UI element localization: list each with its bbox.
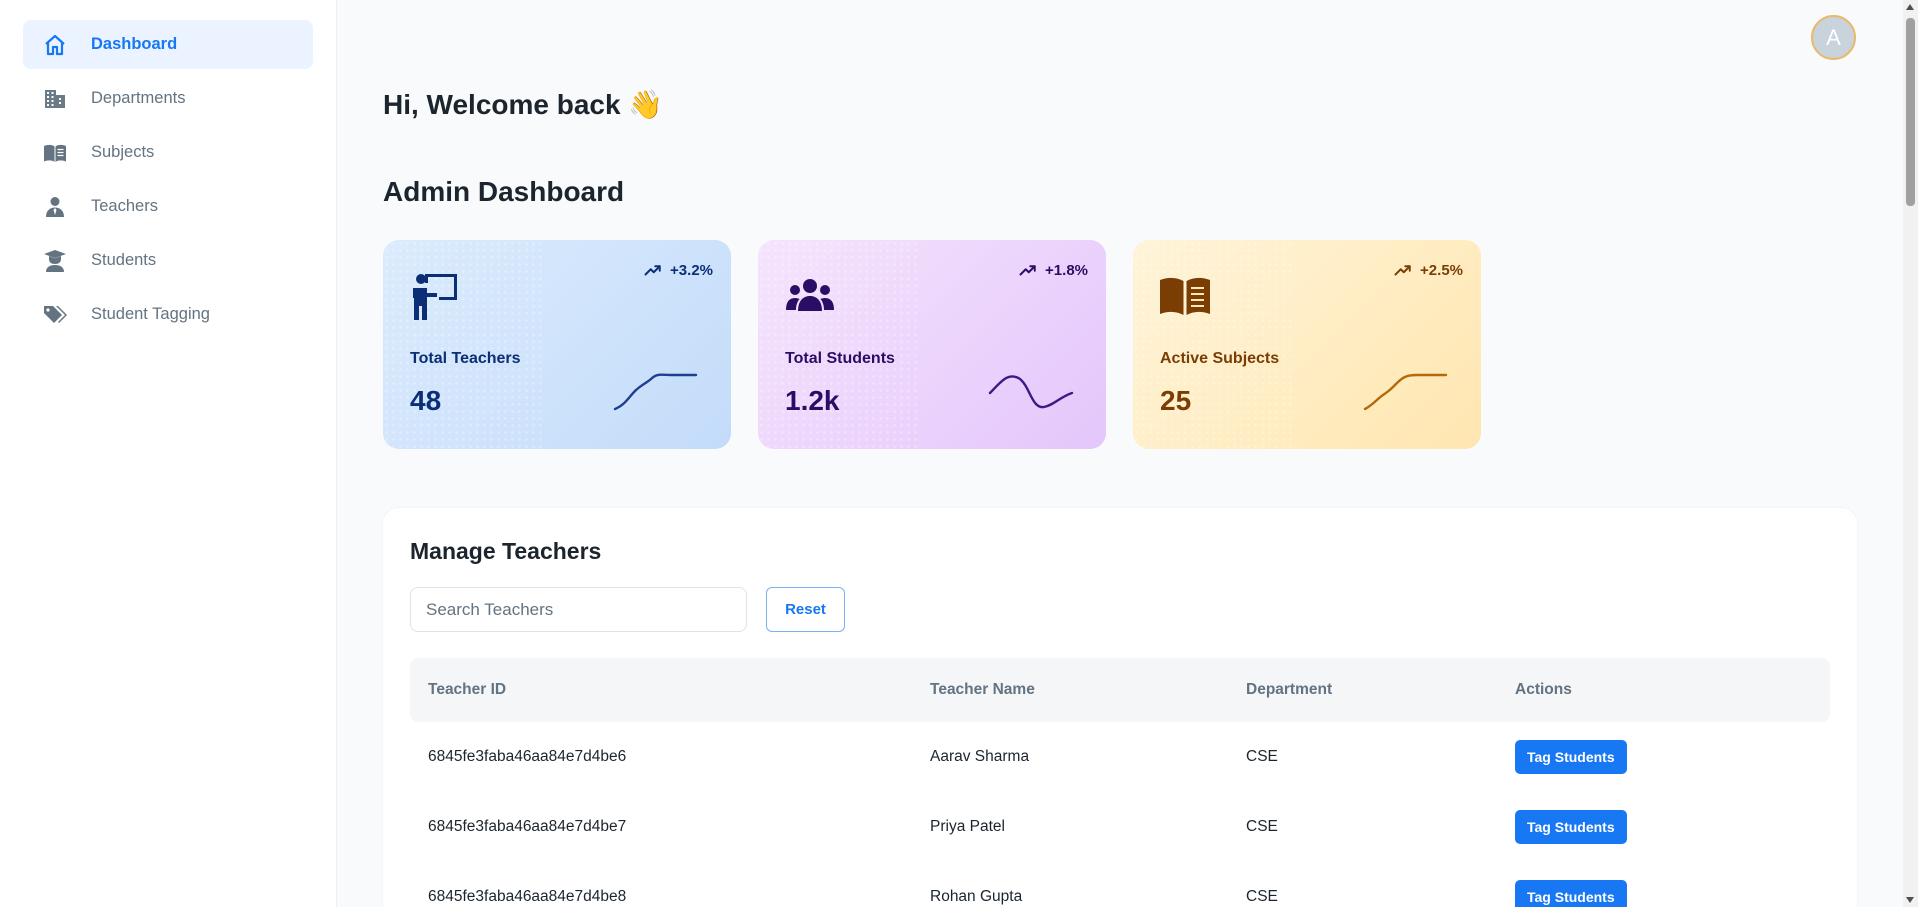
sidebar-item-students[interactable]: Students [23,236,313,285]
manage-teachers-panel: Manage Teachers Reset Teacher ID Teacher… [383,508,1857,907]
vertical-scrollbar[interactable] [1903,0,1918,907]
scrollbar-thumb[interactable] [1906,18,1915,206]
teacher-id-cell: 6845fe3faba46aa84e7d4be8 [428,888,627,905]
reset-button[interactable]: Reset [766,587,845,632]
table-row: 6845fe3faba46aa84e7d4be6 Aarav Sharma CS… [410,722,1830,792]
home-icon [42,32,67,57]
teacher-board-icon [409,270,461,322]
teacher-name-cell: Rohan Gupta [930,888,1023,905]
trend-indicator: +2.5% [1394,261,1463,279]
teacher-id-cell: 6845fe3faba46aa84e7d4be6 [428,748,627,765]
stat-label: Active Subjects [1160,350,1280,367]
trend-value: +2.5% [1420,261,1463,279]
stat-value: 1.2k [785,385,840,416]
teachers-table: Teacher ID Teacher Name Department Actio… [410,658,1830,907]
stat-card-total-teachers: +3.2% Total Teachers 48 [383,240,731,449]
column-header: Actions [1515,681,1572,698]
tag-students-button[interactable]: Tag Students [1515,880,1627,907]
trending-up-icon [1019,265,1036,276]
sidebar-item-student-tagging[interactable]: Student Tagging [23,290,313,339]
sidebar-item-label: Students [91,251,157,269]
table-header: Teacher ID Teacher Name Department Actio… [410,658,1830,722]
column-header[interactable]: Teacher ID [410,681,930,699]
sidebar-item-label: Dashboard [91,35,178,53]
scroll-down-arrow-icon[interactable] [1906,897,1914,903]
sidebar-item-departments[interactable]: Departments [23,74,313,123]
column-header[interactable]: Teacher Name [930,681,1246,699]
sidebar-item-subjects[interactable]: Subjects [23,128,313,177]
student-icon [42,248,67,273]
users-group-icon [784,270,836,322]
page-title: Admin Dashboard [383,176,625,207]
sidebar-item-dashboard[interactable]: Dashboard [23,20,313,69]
sparkline [988,375,1074,409]
column-header[interactable]: Department [1246,681,1515,699]
department-cell: CSE [1246,748,1278,765]
teacher-name-cell: Aarav Sharma [930,748,1030,765]
sidebar-item-teachers[interactable]: Teachers [23,182,313,231]
stat-cards: +3.2% Total Teachers 48 +1.8% Total Stud… [383,240,1481,449]
main-content: A Hi, Welcome back 👋 Admin Dashboard +3.… [337,0,1904,907]
sparkline [1363,373,1448,411]
welcome-greeting: Hi, Welcome back 👋 [383,89,664,120]
search-teachers-input[interactable] [410,587,747,632]
stat-card-total-students: +1.8% Total Students 1.2k [758,240,1106,449]
trend-indicator: +3.2% [644,261,713,279]
department-cell: CSE [1246,818,1278,835]
tag-students-button[interactable]: Tag Students [1515,740,1627,774]
sidebar: Dashboard Departments Subjects Teachers … [0,0,337,907]
building-icon [42,86,67,111]
avatar[interactable]: A [1811,15,1856,60]
table-row: 6845fe3faba46aa84e7d4be7 Priya Patel CSE… [410,792,1830,862]
stat-value: 48 [410,385,442,416]
stat-card-active-subjects: +2.5% Active Subjects 25 [1133,240,1481,449]
book-icon [42,140,67,165]
sidebar-item-label: Teachers [91,197,158,215]
teacher-id-cell: 6845fe3faba46aa84e7d4be7 [428,818,627,835]
sidebar-item-label: Departments [91,89,186,107]
teacher-name-cell: Priya Patel [930,818,1005,835]
sparkline [613,373,698,411]
person-icon [42,194,67,219]
trending-up-icon [644,265,661,276]
trend-value: +3.2% [670,261,713,279]
department-cell: CSE [1246,888,1278,905]
sidebar-item-label: Subjects [91,143,155,161]
stat-label: Total Teachers [410,350,521,367]
open-book-icon [1159,270,1211,322]
table-row: 6845fe3faba46aa84e7d4be8 Rohan Gupta CSE… [410,862,1830,907]
scroll-up-arrow-icon[interactable] [1906,4,1914,10]
stat-value: 25 [1160,385,1192,416]
trend-value: +1.8% [1045,261,1088,279]
tags-icon [42,302,67,327]
trending-up-icon [1394,265,1411,276]
trend-indicator: +1.8% [1019,261,1088,279]
sidebar-item-label: Student Tagging [91,305,210,323]
sidebar-nav: Dashboard Departments Subjects Teachers … [0,0,336,339]
panel-title: Manage Teachers [410,538,602,564]
stat-label: Total Students [785,350,895,367]
tag-students-button[interactable]: Tag Students [1515,810,1627,844]
